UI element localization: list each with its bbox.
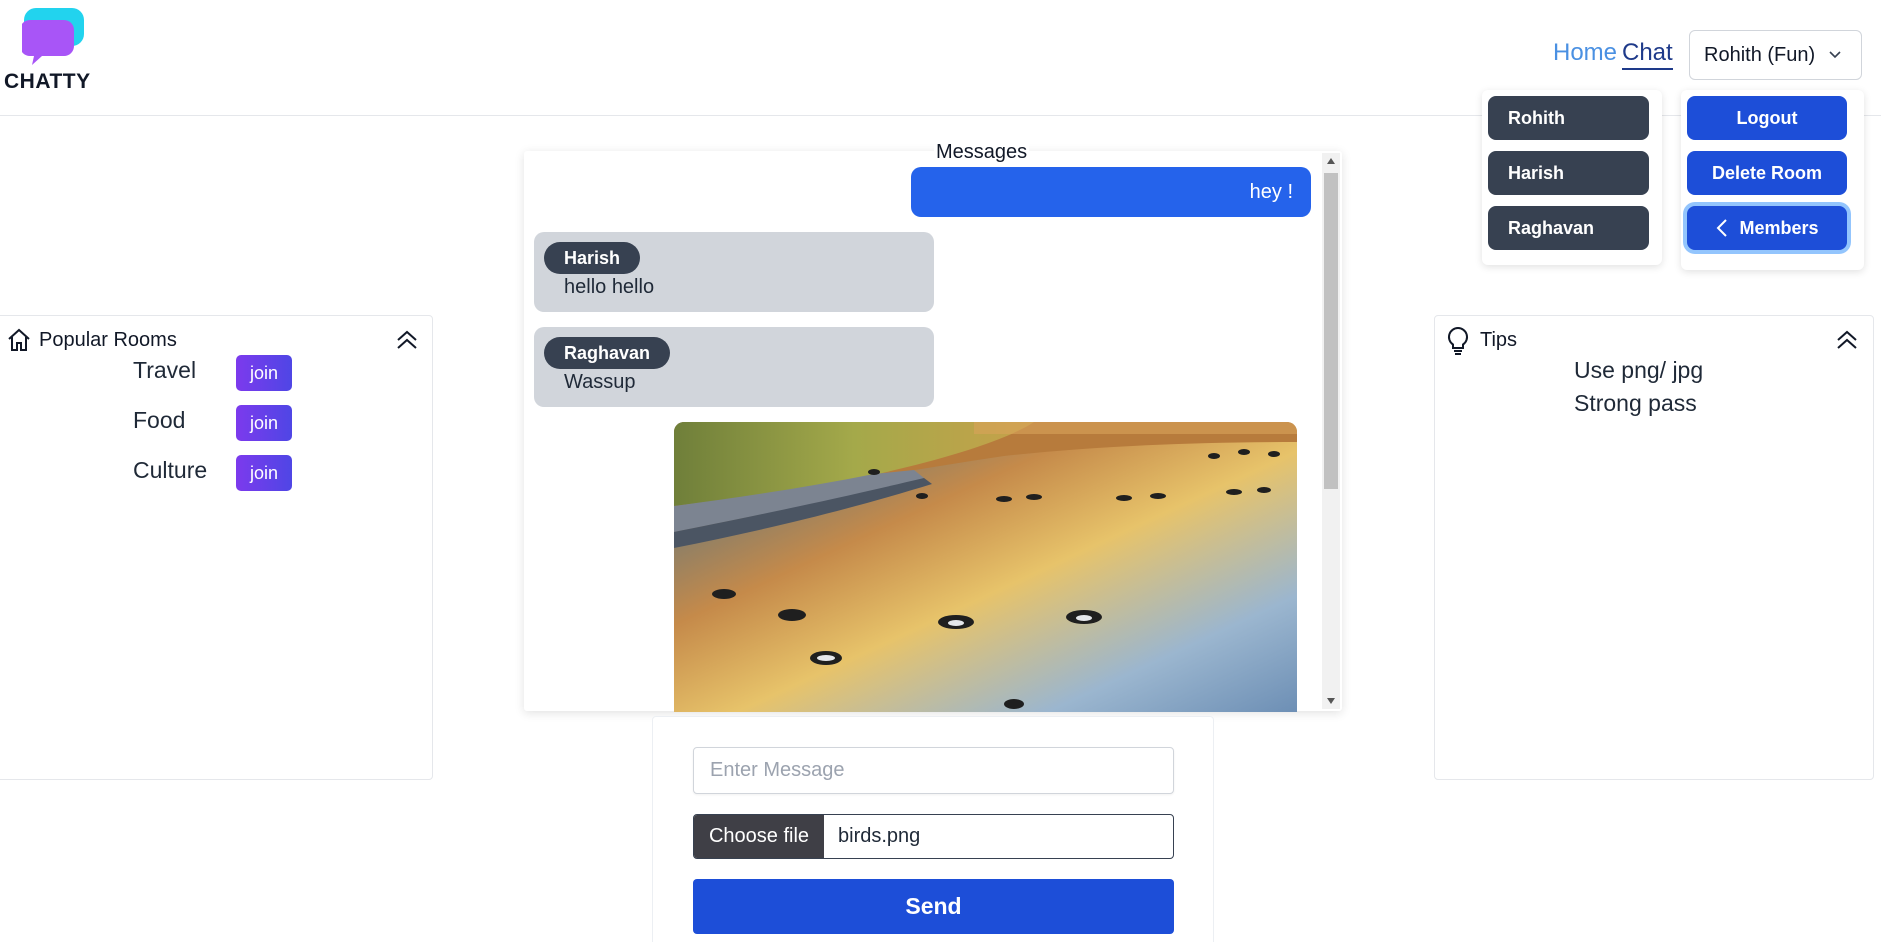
scroll-down-icon[interactable]	[1327, 698, 1335, 704]
tips-card	[1434, 315, 1874, 780]
collapse-up-icon[interactable]	[395, 329, 419, 351]
file-input[interactable]: Choose file birds.png	[693, 814, 1174, 859]
own-message-text: hey !	[1249, 180, 1293, 203]
members-toggle-label: Members	[1739, 217, 1819, 238]
home-icon	[8, 328, 30, 351]
members-toggle-button[interactable]: Members	[1687, 206, 1847, 250]
messages-title: Messages	[934, 141, 1030, 164]
send-button[interactable]: Send	[693, 879, 1174, 934]
member-item-raghavan[interactable]: Raghavan	[1488, 206, 1649, 250]
messages-scrollbar[interactable]	[1322, 153, 1340, 709]
room-name-travel: Travel	[133, 357, 197, 383]
message-bubble: Raghavan Wassup	[534, 327, 934, 407]
popular-rooms-card	[0, 315, 433, 780]
nav-chat-link[interactable]: Chat	[1622, 39, 1673, 70]
nav-home-link[interactable]: Home	[1553, 39, 1617, 67]
collapse-up-icon[interactable]	[1835, 329, 1859, 351]
message-text: Wassup	[564, 371, 636, 393]
message-sender: Harish	[544, 242, 641, 274]
tip-item: Strong pass	[1574, 390, 1697, 416]
choose-file-button[interactable]: Choose file	[694, 815, 824, 858]
room-user-select[interactable]: Rohith (Fun)	[1689, 30, 1862, 80]
shared-image-message[interactable]	[674, 422, 1297, 712]
tip-item: Use png/ jpg	[1574, 357, 1704, 383]
member-item-rohith[interactable]: Rohith	[1488, 96, 1649, 140]
chevron-down-icon	[1829, 51, 1841, 59]
message-text: hello hello	[564, 276, 655, 298]
tips-title: Tips	[1480, 329, 1518, 351]
scroll-up-icon[interactable]	[1327, 158, 1335, 164]
popular-rooms-title: Popular Rooms	[39, 329, 177, 351]
member-item-harish[interactable]: Harish	[1488, 151, 1649, 195]
scrollbar-thumb[interactable]	[1324, 173, 1338, 489]
own-message-bubble: hey !	[911, 167, 1311, 217]
message-input[interactable]	[693, 747, 1174, 794]
delete-room-button[interactable]: Delete Room	[1687, 151, 1847, 195]
selected-file-name: birds.png	[838, 825, 921, 847]
members-list: Rohith Harish Raghavan	[1482, 90, 1662, 265]
message-bubble: Harish hello hello	[534, 232, 934, 312]
room-name-culture: Culture	[133, 457, 208, 483]
brand-name: CHATTY	[4, 70, 91, 93]
message-sender: Raghavan	[544, 337, 671, 369]
room-actions-menu: Logout Delete Room Members	[1681, 90, 1864, 270]
lightbulb-icon	[1447, 326, 1469, 355]
room-user-select-value: Rohith (Fun)	[1704, 43, 1816, 66]
join-food-button[interactable]: join	[236, 405, 292, 441]
room-name-food: Food	[133, 407, 186, 433]
chat-bubbles-icon	[22, 8, 84, 65]
join-culture-button[interactable]: join	[236, 455, 292, 491]
logout-button[interactable]: Logout	[1687, 96, 1847, 140]
join-travel-button[interactable]: join	[236, 355, 292, 391]
birds-lake-image	[674, 422, 1297, 712]
brand-logo[interactable]: CHATTY	[4, 8, 104, 98]
chevron-left-icon	[1717, 219, 1728, 237]
